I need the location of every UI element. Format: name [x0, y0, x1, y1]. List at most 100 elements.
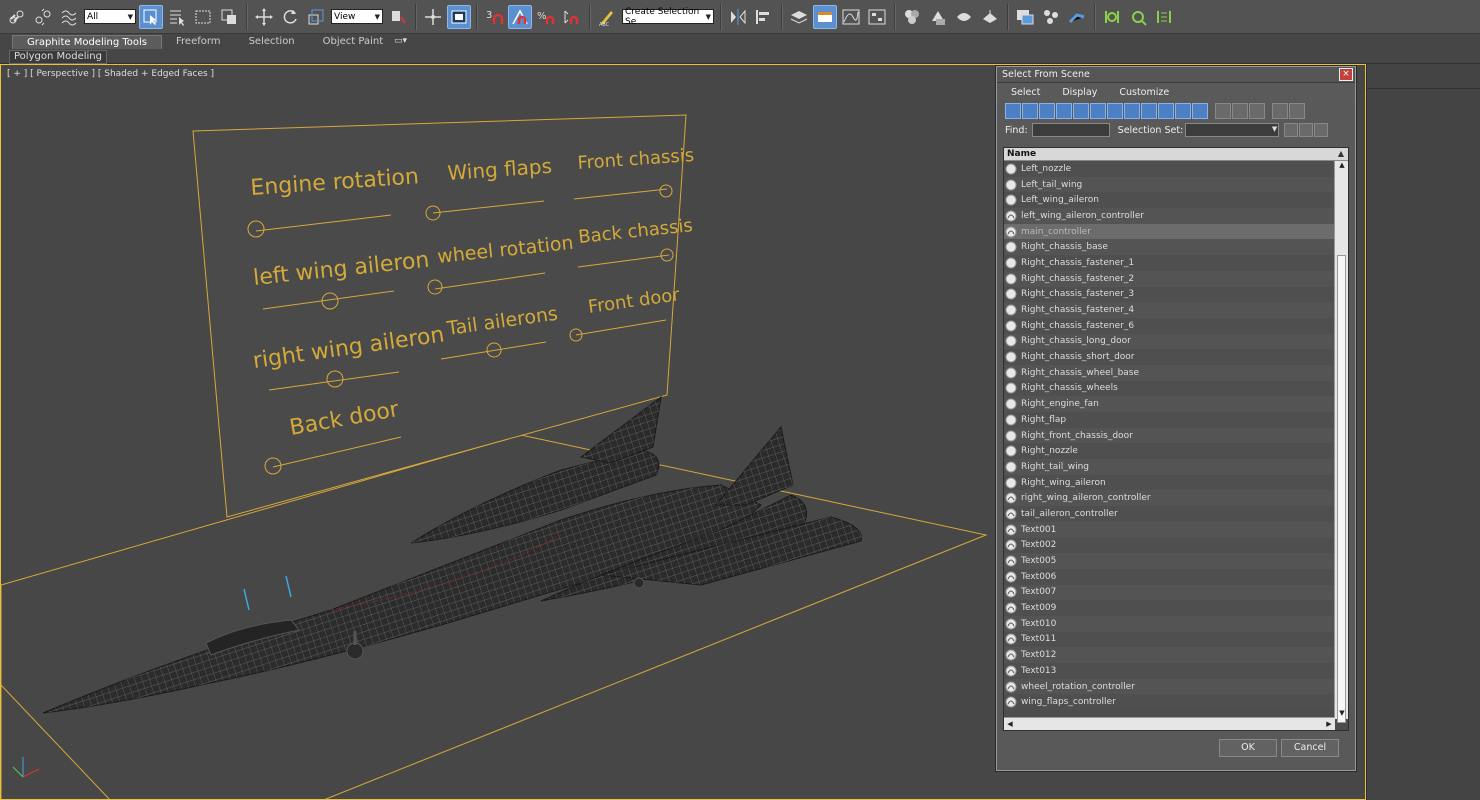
filter-options-icon[interactable]: [1289, 103, 1305, 119]
list-item[interactable]: Left_wing_aileron: [1004, 192, 1335, 209]
link-icon[interactable]: [5, 5, 29, 29]
list-item[interactable]: Text005: [1004, 553, 1335, 569]
close-button[interactable]: ×: [1339, 68, 1353, 81]
display-spacewarps-icon[interactable]: [1090, 103, 1106, 119]
list-item[interactable]: Text001: [1004, 521, 1335, 538]
reference-coord-dropdown[interactable]: View ▼: [331, 9, 383, 24]
render-setup-icon[interactable]: [926, 5, 950, 29]
named-selection-dropdown[interactable]: Create Selection Se ▼: [622, 7, 714, 27]
window-crossing-icon[interactable]: [217, 5, 241, 29]
dialog-titlebar[interactable]: Select From Scene ×: [997, 67, 1355, 83]
snap-3d-icon[interactable]: 3: [482, 5, 506, 29]
display-containers-icon[interactable]: [1158, 103, 1174, 119]
tab-selection[interactable]: Selection: [235, 35, 309, 49]
display-shapes-icon[interactable]: [1022, 103, 1038, 119]
key-filters-icon[interactable]: [1152, 5, 1176, 29]
list-item[interactable]: Right_front_chassis_door: [1004, 427, 1335, 444]
menu-display[interactable]: Display: [1058, 86, 1101, 99]
list-item[interactable]: Right_nozzle: [1004, 443, 1335, 460]
list-item[interactable]: left_wing_aileron_controller: [1004, 208, 1335, 224]
select-invert-icon[interactable]: [1249, 103, 1265, 119]
display-geometry-icon[interactable]: [1005, 103, 1021, 119]
display-cameras-icon[interactable]: [1056, 103, 1072, 119]
rotate-icon[interactable]: [278, 5, 302, 29]
list-item[interactable]: Text009: [1004, 600, 1335, 616]
rect-selection-icon[interactable]: [191, 5, 215, 29]
list-item[interactable]: Right_flap: [1004, 412, 1335, 428]
vertical-scrollbar[interactable]: ▲ ▼: [1334, 161, 1348, 723]
list-item[interactable]: Right_chassis_base: [1004, 239, 1335, 256]
scroll-left-icon[interactable]: ◀: [1005, 718, 1015, 730]
render-iterative-icon[interactable]: [978, 5, 1002, 29]
list-item[interactable]: Right_chassis_wheels: [1004, 380, 1335, 397]
set-key-icon[interactable]: [1100, 5, 1124, 29]
horizontal-scrollbar[interactable]: ◀ ▶: [1004, 717, 1335, 730]
display-xrefs-icon[interactable]: [1124, 103, 1140, 119]
align-icon[interactable]: [752, 5, 776, 29]
display-groups-icon[interactable]: [1107, 103, 1123, 119]
ok-button[interactable]: OK: [1219, 739, 1277, 757]
tab-graphite-modeling-tools[interactable]: Graphite Modeling Tools: [12, 35, 163, 49]
list-item[interactable]: Right_chassis_long_door: [1004, 333, 1335, 350]
edit-named-sets-icon[interactable]: ABC: [595, 5, 619, 29]
particle-view-icon[interactable]: [1039, 5, 1063, 29]
ik-solver-icon[interactable]: [1065, 5, 1089, 29]
bind-spacewarp-icon[interactable]: [57, 5, 81, 29]
list-item[interactable]: Right_tail_wing: [1004, 459, 1335, 475]
layer-manager-icon[interactable]: [787, 5, 811, 29]
pivot-icon[interactable]: [386, 5, 410, 29]
selection-filter-dropdown[interactable]: All ▼: [84, 9, 136, 24]
scroll-down-icon[interactable]: ▼: [1335, 709, 1348, 719]
remove-from-set-icon[interactable]: [1314, 123, 1329, 137]
list-item[interactable]: Text002: [1004, 537, 1335, 554]
cancel-button[interactable]: Cancel: [1281, 739, 1339, 757]
list-item[interactable]: Text011: [1004, 631, 1335, 648]
list-item[interactable]: Right_engine_fan: [1004, 396, 1335, 412]
list-item[interactable]: wing_flaps_controller: [1004, 694, 1335, 711]
move-icon[interactable]: [252, 5, 276, 29]
scene-explorer-icon[interactable]: [1013, 5, 1037, 29]
unlink-icon[interactable]: [31, 5, 55, 29]
list-item[interactable]: Left_tail_wing: [1004, 176, 1335, 193]
schematic-view-icon[interactable]: [865, 5, 889, 29]
select-by-name-icon[interactable]: [165, 5, 189, 29]
display-lights-icon[interactable]: [1039, 103, 1055, 119]
list-item[interactable]: Text010: [1004, 615, 1335, 632]
curve-editor-icon[interactable]: [839, 5, 863, 29]
menu-select[interactable]: Select: [1007, 86, 1044, 99]
list-item[interactable]: Right_chassis_fastener_3: [1004, 286, 1335, 303]
selection-set-dropdown[interactable]: ▼: [1185, 123, 1280, 137]
list-item[interactable]: Text007: [1004, 584, 1335, 601]
list-item[interactable]: Right_chassis_short_door: [1004, 349, 1335, 365]
list-item[interactable]: Right_chassis_fastener_1: [1004, 255, 1335, 271]
list-item[interactable]: Right_chassis_fastener_4: [1004, 302, 1335, 318]
display-frozen-icon[interactable]: [1175, 103, 1191, 119]
tab-object-paint[interactable]: Object Paint: [309, 35, 398, 49]
find-input[interactable]: [1031, 123, 1110, 137]
display-helpers-icon[interactable]: [1073, 103, 1089, 119]
ribbon-panel-polygon-modeling[interactable]: Polygon Modeling: [9, 50, 107, 64]
list-item[interactable]: Right_wing_aileron: [1004, 474, 1335, 491]
select-all-icon[interactable]: [1215, 103, 1231, 119]
add-to-set-icon[interactable]: [1299, 123, 1314, 137]
viewport-label[interactable]: [ + ] [ Perspective ] [ Shaded + Edged F…: [7, 69, 214, 79]
manipulate-icon[interactable]: [421, 5, 445, 29]
render-icon[interactable]: [952, 5, 976, 29]
list-item[interactable]: right_wing_aileron_controller: [1004, 490, 1335, 507]
scroll-right-icon[interactable]: ▶: [1324, 718, 1334, 730]
tab-freeform[interactable]: Freeform: [162, 35, 235, 49]
select-object-icon[interactable]: [139, 4, 163, 29]
mirror-icon[interactable]: [726, 5, 750, 29]
display-bones-icon[interactable]: [1141, 103, 1157, 119]
list-item[interactable]: Text013: [1004, 663, 1335, 679]
list-item[interactable]: Text006: [1004, 568, 1335, 585]
menu-customize[interactable]: Customize: [1115, 86, 1173, 99]
list-item[interactable]: Text012: [1004, 647, 1335, 663]
list-item[interactable]: Right_chassis_wheel_base: [1004, 364, 1335, 381]
list-item[interactable]: Right_chassis_fastener_6: [1004, 317, 1335, 334]
scene-object-list[interactable]: Name ▲ Left_nozzle Left_tail_wing Left_wing…: [1003, 147, 1349, 731]
column-header-name[interactable]: Name ▲: [1004, 148, 1348, 161]
ribbon-options-icon[interactable]: ▭▾: [394, 36, 412, 46]
display-hidden-icon[interactable]: [1192, 103, 1208, 119]
list-item[interactable]: main_controller: [1004, 223, 1335, 240]
